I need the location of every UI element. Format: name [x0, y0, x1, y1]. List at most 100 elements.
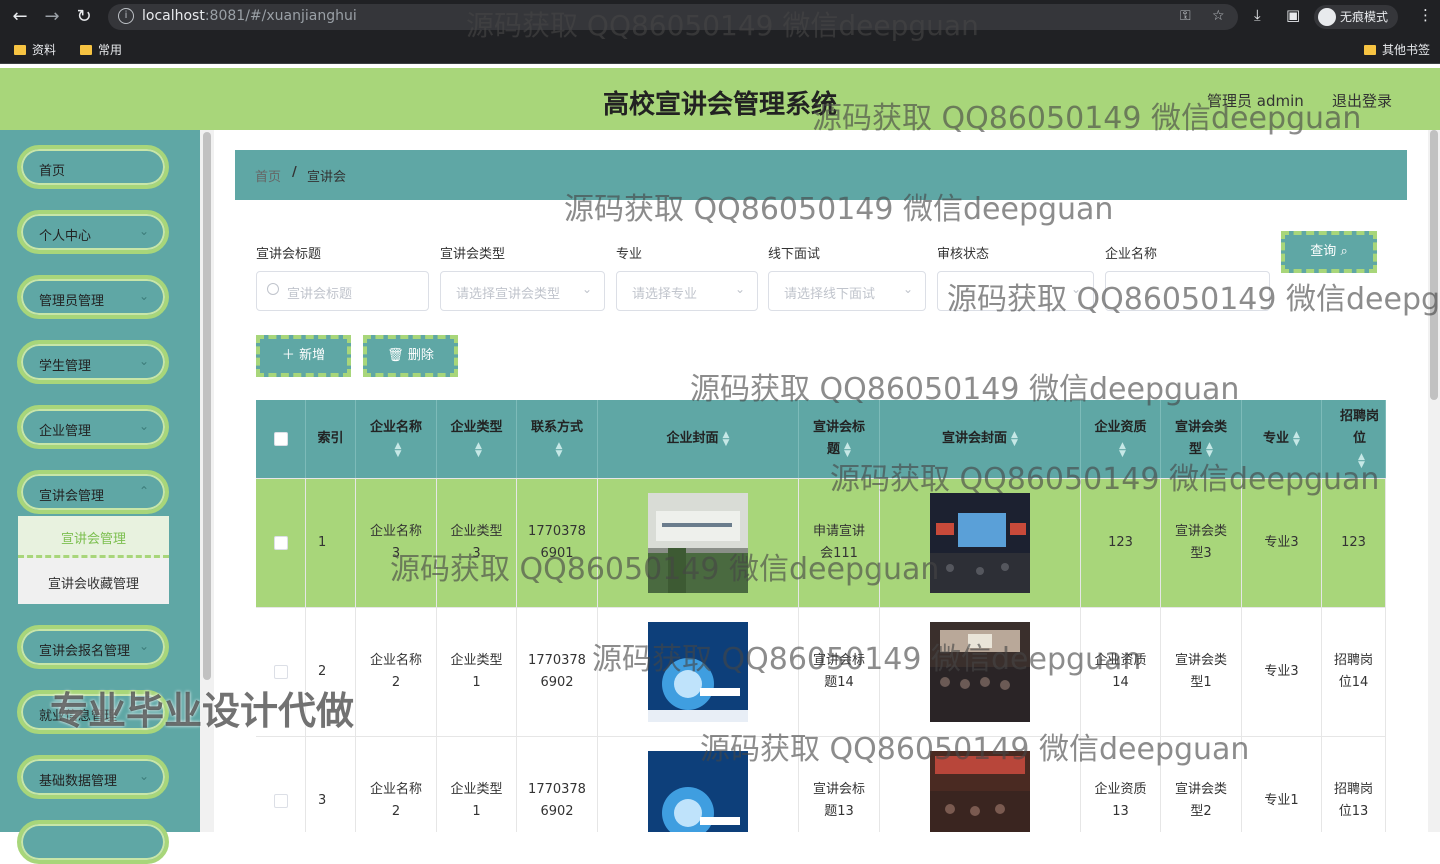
- browser-toolbar: ← → ↻ i localhost:8081/#/xuanjianghui ⚿ …: [0, 0, 1440, 34]
- sidebar-item-admin[interactable]: 管理员管理 ⌄: [17, 275, 169, 319]
- page-scroll-thumb[interactable]: [1430, 130, 1438, 400]
- contact-phone: 17703786902: [517, 737, 598, 832]
- sort-icon[interactable]: ▲ ▼: [475, 441, 482, 458]
- type-select[interactable]: 请选择宣讲会类型 ⌄: [440, 271, 605, 311]
- bookmark-folder[interactable]: 常用: [80, 41, 122, 58]
- seminar-type: 宣讲会类型1: [1161, 608, 1242, 736]
- company-cover-image[interactable]: [648, 622, 748, 722]
- row-checkbox[interactable]: [273, 665, 288, 679]
- sidebar-item-registrations[interactable]: 宣讲会报名管理 ⌄: [17, 625, 169, 669]
- column-header[interactable]: 宣讲会类型 ▲ ▼: [1161, 400, 1242, 478]
- breadcrumb-home[interactable]: 首页: [255, 166, 281, 185]
- key-icon[interactable]: ⚿: [1180, 8, 1191, 24]
- delete-button[interactable]: 🗑 删除: [363, 335, 458, 377]
- seminar-cover-image[interactable]: [930, 622, 1030, 722]
- major-select[interactable]: 请选择专业 ⌄: [616, 271, 758, 311]
- column-header[interactable]: 企业名称 ▲ ▼: [356, 400, 437, 478]
- company-cover-image[interactable]: [648, 493, 748, 593]
- offline-interview-select[interactable]: 请选择线下面试 ⌄: [768, 271, 926, 311]
- folder-icon: [80, 45, 92, 55]
- contact-phone: 17703786901: [517, 479, 598, 607]
- sidebar-item-seminars[interactable]: 宣讲会管理 ⌃: [17, 470, 169, 514]
- other-bookmarks[interactable]: 其他书签: [1364, 41, 1430, 58]
- seminar-cover-image[interactable]: [930, 493, 1030, 593]
- sort-icon[interactable]: ▲ ▼: [723, 430, 730, 447]
- table-row[interactable]: 2 企业名称2 企业类型1 17703786902 宣讲会标题14 企业资质14…: [256, 608, 1386, 737]
- seminar-cover-cell: [880, 737, 1081, 832]
- sort-icon[interactable]: ▲ ▼: [1119, 441, 1126, 458]
- seminar-type: 宣讲会类型2: [1161, 737, 1242, 832]
- company-type: 企业类型1: [437, 737, 517, 832]
- reload-icon[interactable]: ↻: [72, 5, 96, 29]
- chevron-down-icon: ⌄: [902, 282, 913, 296]
- table-header: 索引 企业名称 ▲ ▼ 企业类型 ▲ ▼ 联系方式 ▲ ▼ 企业封面 ▲ ▼ 宣讲会标题 ▲ ▼ 宣…: [256, 400, 1386, 479]
- contact-phone: 17703786902: [517, 608, 598, 736]
- bookmark-folder[interactable]: 资料: [14, 41, 56, 58]
- column-header[interactable]: 宣讲会封面 ▲ ▼: [880, 400, 1081, 478]
- company-name: 企业名称2: [356, 608, 437, 736]
- column-header[interactable]: 招聘岗位 ▲ ▼: [1322, 400, 1386, 478]
- back-icon[interactable]: ←: [8, 5, 32, 29]
- table-row[interactable]: 3 企业名称2 企业类型1 17703786902 宣讲会标题13 企业资质13…: [256, 737, 1386, 832]
- sort-icon[interactable]: ▲ ▼: [844, 441, 851, 458]
- sidebar-item-companies[interactable]: 企业管理 ⌄: [17, 405, 169, 449]
- chevron-down-icon: ⌄: [734, 282, 745, 296]
- column-header[interactable]: 企业封面 ▲ ▼: [598, 400, 799, 478]
- site-info-icon[interactable]: i: [118, 8, 134, 24]
- bookmark-star-icon[interactable]: ☆: [1212, 8, 1225, 24]
- add-button[interactable]: ＋ 新增: [256, 335, 351, 377]
- row-index: 1: [306, 479, 356, 607]
- promo-watermark: 专业毕业设计代做: [50, 689, 355, 733]
- sort-icon[interactable]: ▲ ▼: [1011, 430, 1018, 447]
- seminar-submenu: 宣讲会管理 宣讲会收藏管理: [18, 516, 169, 604]
- column-header[interactable]: 联系方式 ▲ ▼: [517, 400, 598, 478]
- table-row[interactable]: 1 企业名称3 企业类型3 17703786901 申请宣讲会111 123 宣…: [256, 479, 1386, 608]
- company-type: 企业类型3: [437, 479, 517, 607]
- major: 专业3: [1242, 479, 1322, 607]
- forward-icon[interactable]: →: [40, 5, 64, 29]
- sidepanel-icon[interactable]: ▣: [1286, 6, 1300, 24]
- logout-link[interactable]: 退出登录: [1332, 90, 1392, 111]
- company-type: 企业类型1: [437, 608, 517, 736]
- sort-icon[interactable]: ▲ ▼: [395, 441, 402, 458]
- address-bar[interactable]: i localhost:8081/#/xuanjianghui ⚿ ☆: [108, 4, 1238, 30]
- title-search-input[interactable]: 宣讲会标题: [256, 271, 429, 311]
- incognito-badge[interactable]: 无痕模式: [1314, 5, 1399, 29]
- chevron-down-icon: ⌄: [138, 419, 149, 433]
- sidebar-item-students[interactable]: 学生管理 ⌄: [17, 340, 169, 384]
- breadcrumb-separator: /: [292, 165, 297, 180]
- column-header[interactable]: 宣讲会标题 ▲ ▼: [799, 400, 880, 478]
- sidebar-item-more[interactable]: [17, 820, 169, 864]
- column-header[interactable]: 专业 ▲ ▼: [1242, 400, 1322, 478]
- sidebar-scroll-thumb[interactable]: [203, 132, 211, 680]
- page-scrollbar[interactable]: [1428, 130, 1440, 832]
- menu-dots-icon[interactable]: ⋮: [1418, 6, 1433, 24]
- submenu-item-seminar-manage[interactable]: 宣讲会管理: [18, 516, 169, 558]
- company-name: 企业名称2: [356, 737, 437, 832]
- filter-label-type: 宣讲会类型: [440, 247, 506, 262]
- sort-icon[interactable]: ▲ ▼: [556, 441, 563, 458]
- row-index: 3: [306, 737, 356, 832]
- status-select[interactable]: ⌄: [937, 271, 1094, 311]
- company-cover-image[interactable]: [648, 751, 748, 832]
- sort-icon[interactable]: ▲ ▼: [1293, 430, 1300, 447]
- folder-icon: [14, 45, 26, 55]
- select-all-checkbox[interactable]: [273, 432, 288, 446]
- column-header[interactable]: 企业资质 ▲ ▼: [1081, 400, 1161, 478]
- row-checkbox[interactable]: [273, 794, 288, 808]
- seminar-table: 索引 企业名称 ▲ ▼ 企业类型 ▲ ▼ 联系方式 ▲ ▼ 企业封面 ▲ ▼ 宣讲会标题 ▲ ▼ 宣…: [256, 400, 1386, 832]
- download-icon[interactable]: ⤓: [1254, 6, 1261, 24]
- qualification: 123: [1081, 479, 1161, 607]
- company-cover-cell: [598, 479, 799, 607]
- search-button[interactable]: 查询 ⌕: [1281, 231, 1377, 273]
- company-name-input[interactable]: [1105, 271, 1270, 311]
- seminar-cover-image[interactable]: [930, 751, 1030, 832]
- row-checkbox[interactable]: [273, 536, 288, 550]
- sort-icon[interactable]: ▲ ▼: [1358, 452, 1365, 469]
- sidebar-item-home[interactable]: 首页: [17, 145, 169, 189]
- sort-icon[interactable]: ▲ ▼: [1206, 441, 1213, 458]
- sidebar-item-profile[interactable]: 个人中心 ⌄: [17, 210, 169, 254]
- sidebar-item-basic-data[interactable]: 基础数据管理 ⌄: [17, 755, 169, 799]
- qualification: 企业资质14: [1081, 608, 1161, 736]
- column-header[interactable]: 企业类型 ▲ ▼: [437, 400, 517, 478]
